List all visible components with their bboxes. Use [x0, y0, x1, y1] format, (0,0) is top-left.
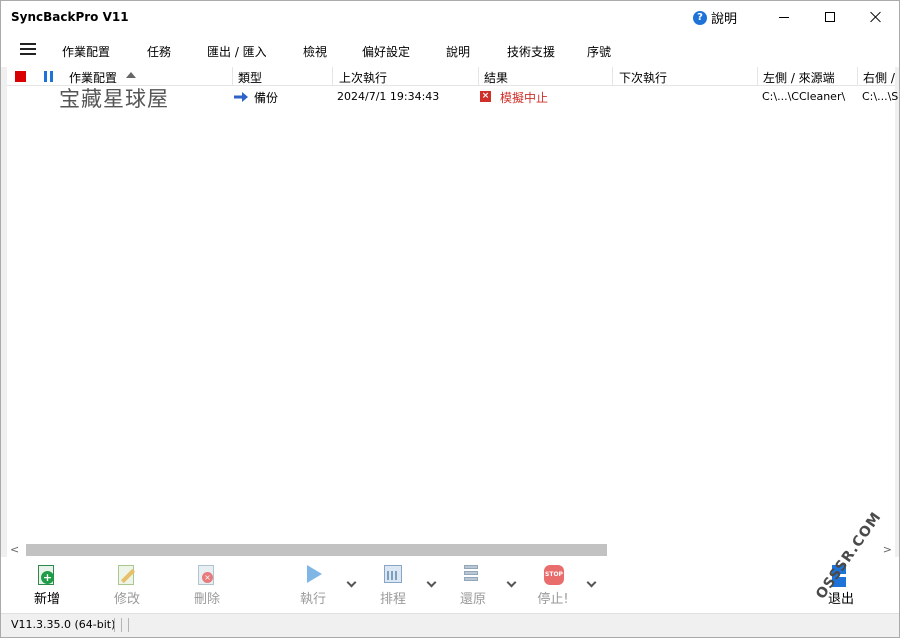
status-bar: V11.3.35.0 (64-bit) [1, 613, 899, 637]
sort-ascending-icon [126, 72, 136, 78]
restore-icon [464, 565, 482, 585]
delete-label: 刪除 [193, 592, 220, 607]
window-title: SyncBackPro V11 [11, 10, 129, 24]
stop-button[interactable]: STOP 停止! [528, 563, 578, 609]
row-right: C:\...\S [862, 90, 899, 103]
menu-serial[interactable]: 序號 [587, 43, 611, 60]
column-separator[interactable] [612, 67, 613, 86]
menu-export-import[interactable]: 匯出 / 匯入 [207, 43, 267, 60]
row-result: 模擬中止 [500, 91, 549, 105]
restore-dropdown-button[interactable] [506, 577, 518, 589]
version-text: V11.3.35.0 (64-bit) [11, 618, 116, 631]
modify-pencil-icon [118, 565, 136, 585]
modify-label: 修改 [113, 592, 140, 607]
run-dropdown-button[interactable] [346, 577, 358, 589]
new-profile-icon: + [38, 565, 56, 585]
column-separator[interactable] [332, 67, 333, 86]
maximize-icon [825, 12, 835, 22]
column-last-run[interactable]: 上次執行 [339, 69, 387, 86]
help-question-icon: ? [693, 10, 707, 25]
column-next-run[interactable]: 下次執行 [619, 69, 667, 86]
chevron-down-icon [586, 577, 597, 588]
column-separator[interactable] [232, 67, 233, 86]
row-type: 備份 [254, 91, 279, 105]
scroll-right-icon[interactable]: > [883, 543, 892, 556]
calendar-icon [384, 565, 402, 585]
status-separator [128, 618, 129, 632]
menu-profiles[interactable]: 作業配置 [62, 43, 110, 60]
menu-help[interactable]: 說明 [446, 43, 470, 60]
horizontal-scrollbar[interactable]: < > [7, 543, 895, 557]
schedule-dropdown-button[interactable] [426, 577, 438, 589]
column-type[interactable]: 類型 [238, 69, 262, 86]
schedule-label: 排程 [379, 592, 406, 607]
menu-bar: 作業配置 任務 匯出 / 匯入 檢視 偏好設定 說明 技術支援 序號 [1, 33, 899, 67]
minimize-button[interactable] [761, 1, 807, 33]
modify-button[interactable]: 修改 [102, 563, 152, 609]
maximize-button[interactable] [807, 1, 853, 33]
right-arrow-icon [234, 92, 248, 102]
stop-label: 停止! [537, 592, 569, 607]
close-icon [870, 11, 882, 23]
menu-view[interactable]: 檢視 [303, 43, 327, 60]
chevron-down-icon [346, 577, 357, 588]
pause-icon[interactable] [44, 71, 54, 82]
column-left-source[interactable]: 左側 / 來源端 [763, 69, 835, 86]
delete-button[interactable]: × 刪除 [182, 563, 232, 609]
new-label: 新增 [33, 592, 60, 607]
status-separator [121, 618, 122, 632]
error-x-icon: × [480, 91, 491, 102]
watermark-overlay: 宝藏星球屋 [59, 87, 169, 111]
column-separator[interactable] [857, 67, 858, 86]
restore-label: 還原 [459, 592, 486, 607]
stop-square-icon[interactable] [15, 71, 26, 82]
row-left-source: C:\...\CCleaner\ [762, 90, 846, 103]
delete-icon: × [198, 565, 216, 585]
title-bar: SyncBackPro V11 ? 說明 [1, 1, 899, 33]
scroll-thumb[interactable] [26, 544, 607, 556]
menu-support[interactable]: 技術支援 [507, 43, 555, 60]
hamburger-menu-icon[interactable] [20, 43, 36, 57]
scroll-left-icon[interactable]: < [10, 543, 19, 556]
minimize-icon [779, 16, 789, 18]
close-button[interactable] [853, 1, 899, 33]
status-separator [114, 618, 115, 632]
profile-list[interactable]: 作業配置 類型 上次執行 結果 下次執行 左側 / 來源端 右側 / 備份 20… [7, 67, 899, 543]
new-button[interactable]: + 新增 [22, 563, 72, 609]
run-button[interactable]: 執行 [288, 563, 338, 609]
run-label: 執行 [299, 592, 326, 607]
play-icon [304, 565, 322, 585]
menu-preferences[interactable]: 偏好設定 [362, 43, 410, 60]
chevron-down-icon [506, 577, 517, 588]
stop-sign-icon: STOP [544, 565, 564, 585]
row-last-run: 2024/7/1 19:34:43 [337, 90, 440, 103]
app-window: SyncBackPro V11 ? 說明 作業配置 任務 匯出 / 匯入 檢視 … [0, 0, 900, 638]
column-right[interactable]: 右側 / [863, 69, 895, 86]
chevron-down-icon [426, 577, 437, 588]
menu-task[interactable]: 任務 [147, 43, 171, 60]
stop-dropdown-button[interactable] [586, 577, 598, 589]
restore-button[interactable]: 還原 [448, 563, 498, 609]
bottom-toolbar: + 新增 修改 × 刪除 執行 排程 還原 STOP 停止! 退出 [1, 557, 899, 613]
schedule-button[interactable]: 排程 [368, 563, 418, 609]
column-separator[interactable] [757, 67, 758, 86]
help-button[interactable]: ? 說明 [693, 8, 737, 27]
help-label: 說明 [711, 12, 738, 27]
column-result[interactable]: 結果 [484, 69, 508, 86]
column-separator[interactable] [478, 67, 479, 86]
